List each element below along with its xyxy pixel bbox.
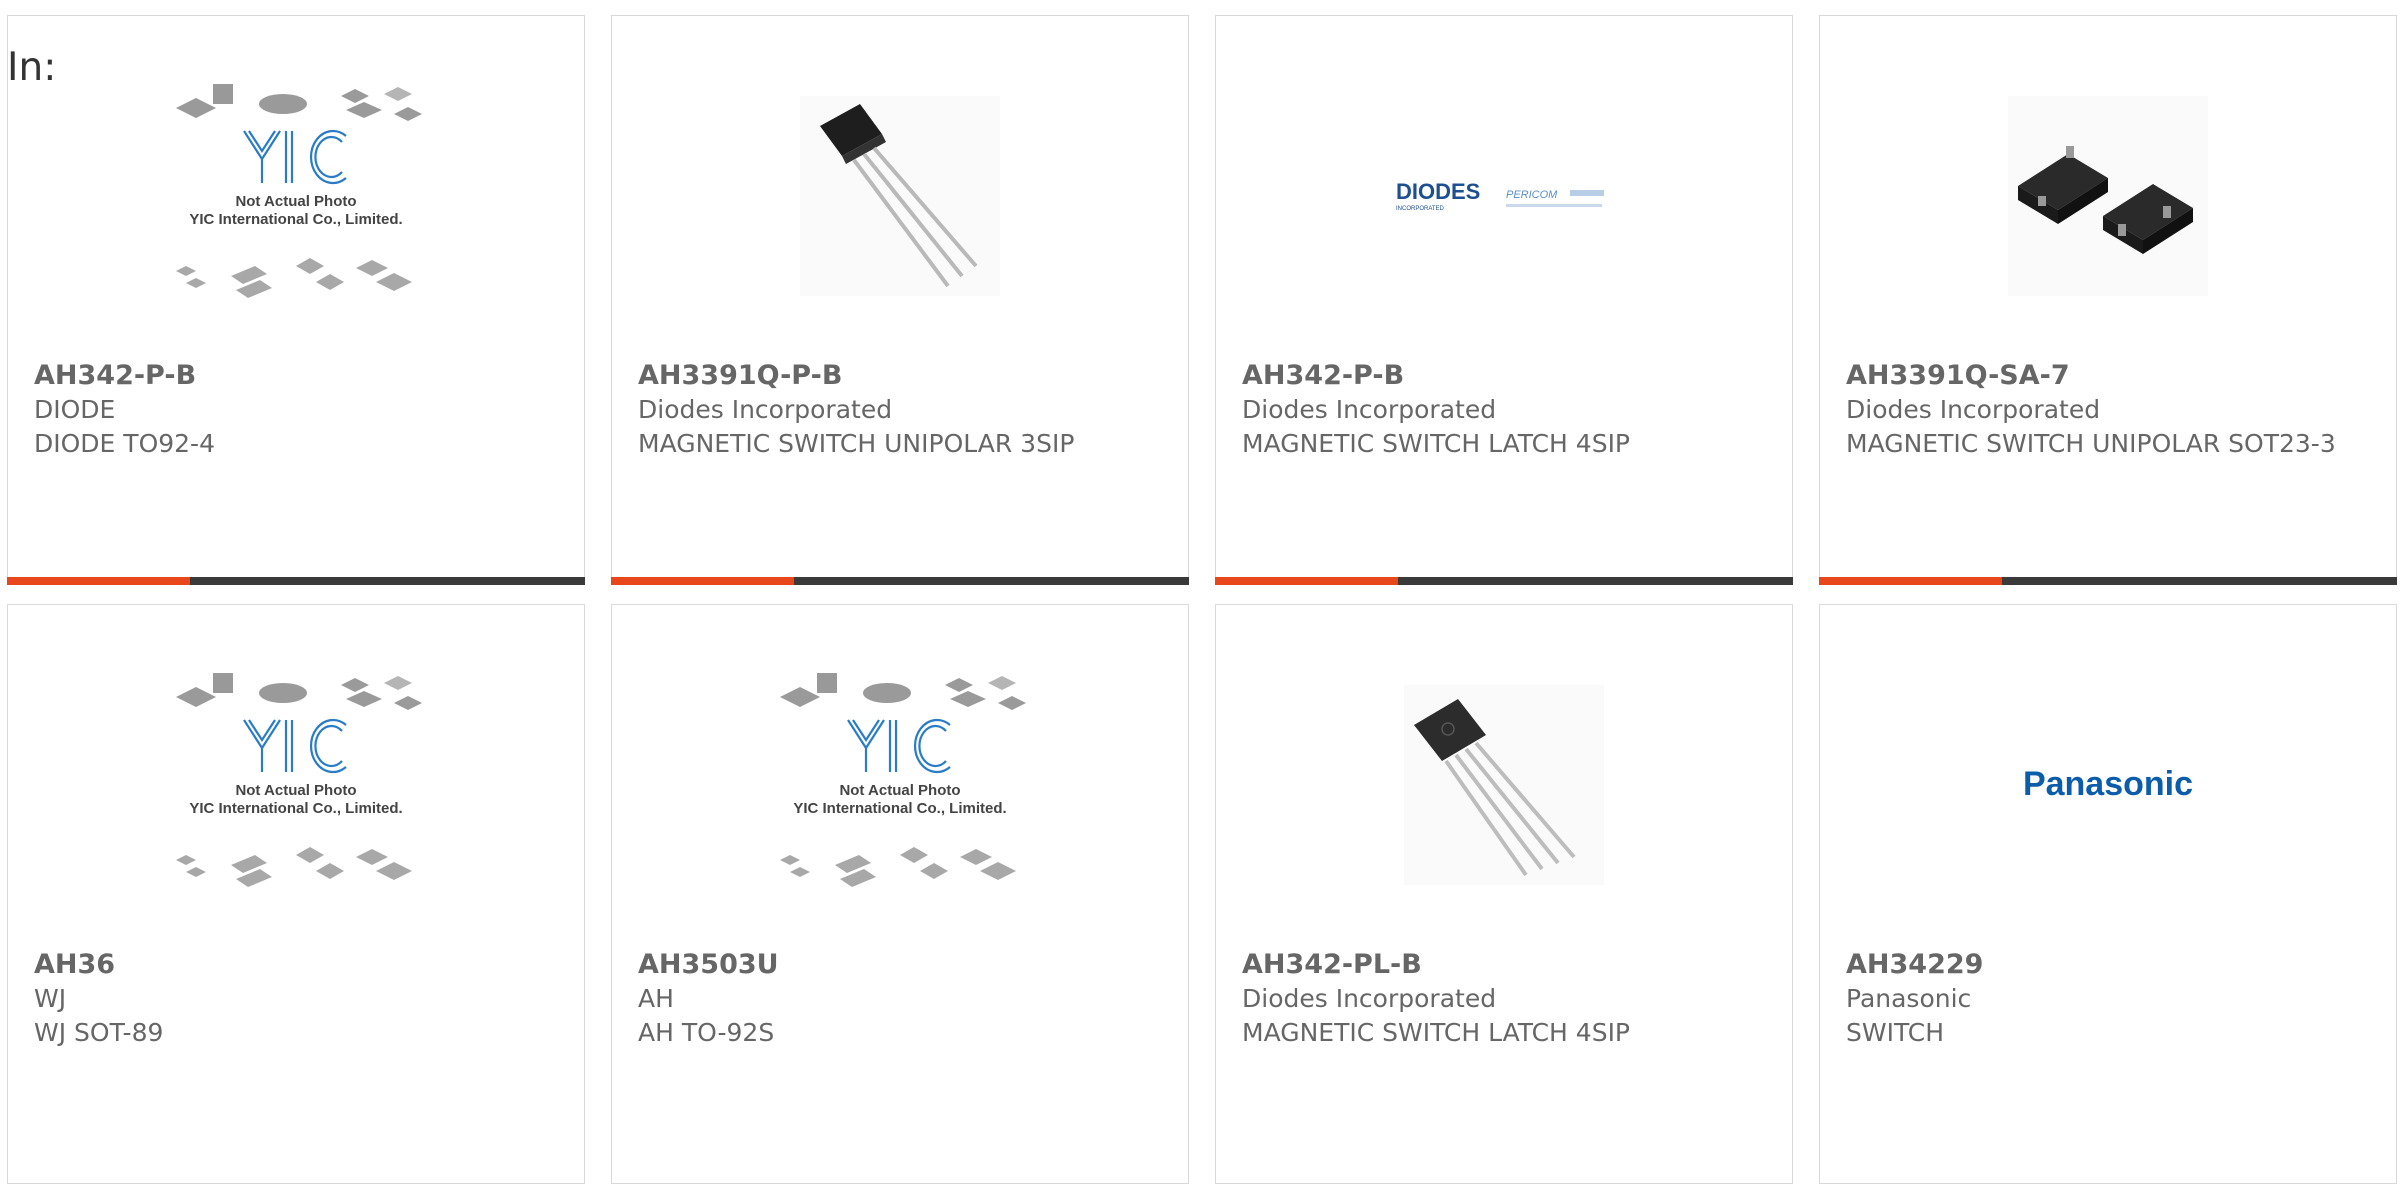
product-card[interactable]: Not Actual Photo YIC International Co., …	[7, 15, 585, 585]
part-number[interactable]: AH3391Q-P-B	[638, 359, 1168, 393]
description: DIODE TO92-4	[34, 429, 215, 458]
card-bottom-bar	[611, 577, 1189, 585]
description: AH TO-92S	[638, 1018, 775, 1047]
placeholder-caption-2: YIC International Co., Limited.	[793, 800, 1006, 817]
product-image-placeholder: Not Actual Photo YIC International Co., …	[8, 665, 584, 905]
description: MAGNETIC SWITCH UNIPOLAR 3SIP	[638, 429, 1075, 458]
manufacturer: WJ	[34, 984, 67, 1013]
placeholder-caption-2: YIC International Co., Limited.	[189, 211, 402, 228]
card-bottom-bar	[7, 577, 585, 585]
product-card[interactable]: Panasonic AH34229 Panasonic SWITCH	[1819, 604, 2397, 1184]
product-card[interactable]: Not Actual Photo YIC International Co., …	[611, 604, 1189, 1184]
description: WJ SOT-89	[34, 1018, 164, 1047]
description: MAGNETIC SWITCH LATCH 4SIP	[1242, 1018, 1631, 1047]
product-image-placeholder: Not Actual Photo YIC International Co., …	[8, 76, 584, 316]
product-image-placeholder: Not Actual Photo YIC International Co., …	[612, 665, 1188, 905]
part-number[interactable]: AH342-PL-B	[1242, 948, 1772, 982]
part-number[interactable]: AH342-P-B	[34, 359, 564, 393]
part-number[interactable]: AH342-P-B	[1242, 359, 1772, 393]
product-image-to92	[612, 76, 1188, 316]
description: MAGNETIC SWITCH UNIPOLAR SOT23-3	[1846, 429, 2336, 458]
product-image-sot23	[1820, 76, 2396, 316]
product-image-to92-4pin	[1216, 665, 1792, 905]
part-number[interactable]: AH3391Q-SA-7	[1846, 359, 2376, 393]
product-card[interactable]: DIODES INCORPORATED PERICOM AH342-P-B Di…	[1215, 15, 1793, 585]
placeholder-caption-1: Not Actual Photo	[235, 193, 356, 210]
part-number[interactable]: AH3503U	[638, 948, 1168, 982]
part-number[interactable]: AH36	[34, 948, 564, 982]
manufacturer: Diodes Incorporated	[638, 395, 893, 424]
manufacturer: DIODE	[34, 395, 116, 424]
placeholder-caption-2: YIC International Co., Limited.	[189, 800, 402, 817]
filter-label: In:	[7, 45, 57, 90]
panasonic-logo-image: Panasonic	[1820, 665, 2396, 905]
product-card[interactable]: Not Actual Photo YIC International Co., …	[7, 604, 585, 1184]
card-bottom-bar	[1819, 577, 2397, 585]
product-card[interactable]: AH3391Q-P-B Diodes Incorporated MAGNETIC…	[611, 15, 1189, 585]
manufacturer: Diodes Incorporated	[1242, 395, 1497, 424]
description: MAGNETIC SWITCH LATCH 4SIP	[1242, 429, 1631, 458]
manufacturer: Diodes Incorporated	[1846, 395, 2101, 424]
product-card[interactable]: AH342-PL-B Diodes Incorporated MAGNETIC …	[1215, 604, 1793, 1184]
manufacturer: Diodes Incorporated	[1242, 984, 1497, 1013]
manufacturer: Panasonic	[1846, 984, 1972, 1013]
manufacturer: AH	[638, 984, 674, 1013]
diodes-logo-subtext: INCORPORATED	[1396, 206, 1445, 212]
diodes-logo-image: DIODES INCORPORATED PERICOM	[1216, 76, 1792, 316]
placeholder-caption-1: Not Actual Photo	[235, 782, 356, 799]
diodes-logo-text: DIODES	[1396, 179, 1480, 204]
card-bottom-bar	[1215, 577, 1793, 585]
part-number[interactable]: AH34229	[1846, 948, 2376, 982]
placeholder-caption-1: Not Actual Photo	[839, 782, 960, 799]
product-card[interactable]: AH3391Q-SA-7 Diodes Incorporated MAGNETI…	[1819, 15, 2397, 585]
description: SWITCH	[1846, 1018, 1945, 1047]
pericom-logo-text: PERICOM	[1506, 189, 1558, 201]
panasonic-logo-text: Panasonic	[2023, 765, 2193, 803]
